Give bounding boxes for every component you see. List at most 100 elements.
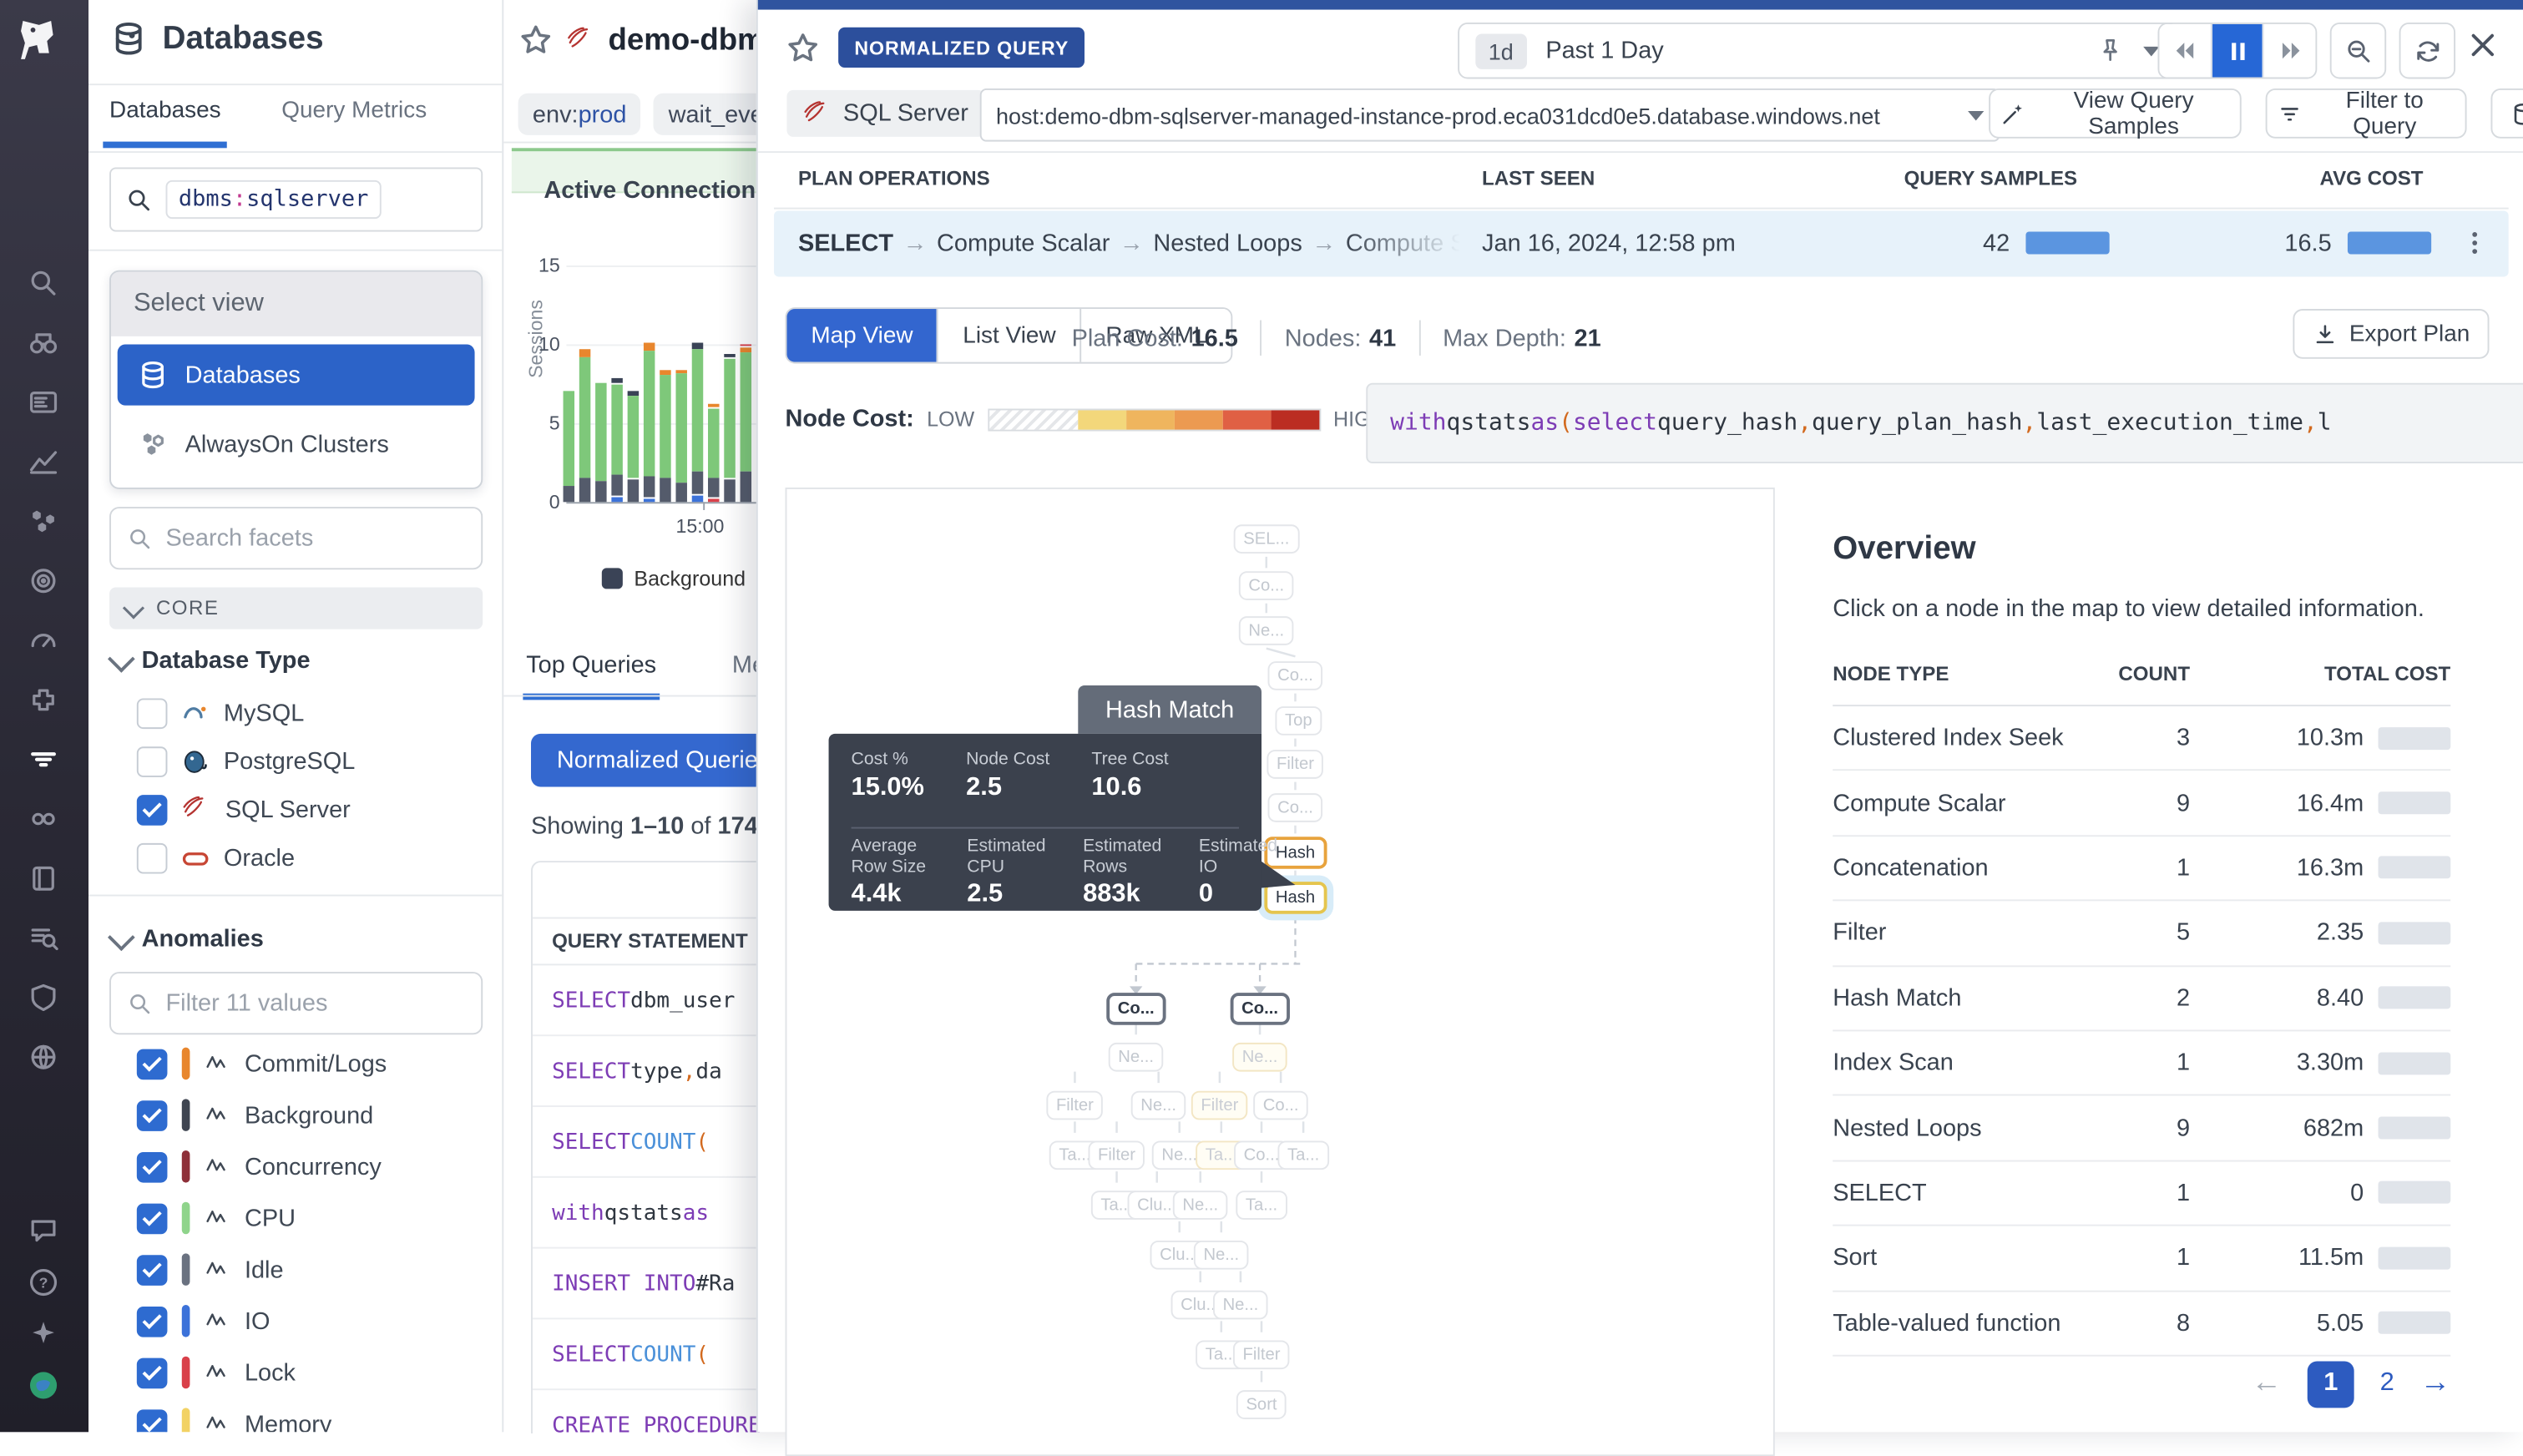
overview-row-concatenation[interactable]: Concatenation116.3m: [1833, 837, 2450, 902]
integrations-puzzle-icon[interactable]: [23, 679, 64, 720]
anomaly-option-idle[interactable]: Idle: [137, 1251, 284, 1287]
search-token-dbms-sqlserver[interactable]: dbms:sqlserver: [166, 180, 382, 219]
stacked-bar[interactable]: [708, 403, 719, 502]
overview-row-filter[interactable]: Filter52.35: [1833, 902, 2450, 967]
checkbox[interactable]: [137, 697, 168, 728]
plan-node-filter[interactable]: Filter: [1267, 750, 1323, 779]
plan-node-filter[interactable]: Filter: [1046, 1091, 1103, 1120]
column-header-query-samples[interactable]: QUERY SAMPLES: [1884, 167, 2077, 190]
network-globe-icon[interactable]: [23, 1036, 64, 1078]
zoom-out-button[interactable]: [2330, 23, 2386, 78]
overview-row-compute-scalar[interactable]: Compute Scalar916.4m: [1833, 771, 2450, 837]
refresh-button[interactable]: [2399, 23, 2455, 78]
view-item-alwayson-clusters[interactable]: AlwaysOn Clusters: [118, 413, 475, 474]
column-header-plan-operations[interactable]: PLAN OPERATIONS: [798, 167, 990, 190]
query-text-preview[interactable]: with qstats as ( select query_hash, quer…: [1366, 383, 2523, 463]
tab-top-queries[interactable]: Top Queries: [526, 652, 656, 680]
chart-legend[interactable]: Background: [602, 566, 746, 590]
core-section-toggle[interactable]: CORE: [109, 587, 483, 629]
checkbox[interactable]: [137, 1357, 168, 1388]
close-panel-button[interactable]: [2467, 29, 2500, 62]
column-header-avg-cost[interactable]: AVG COST: [2278, 167, 2423, 190]
checkbox[interactable]: [137, 794, 168, 825]
infrastructure-hexagons-icon[interactable]: [23, 500, 64, 542]
user-avatar-icon[interactable]: [23, 1364, 64, 1406]
overview-row-select[interactable]: SELECT10: [1833, 1161, 2450, 1226]
tab-query-metrics[interactable]: Query Metrics: [281, 99, 427, 124]
checkbox[interactable]: [137, 1306, 168, 1337]
anomaly-option-io[interactable]: IO: [137, 1303, 271, 1338]
plan-node-co[interactable]: Co...: [1268, 661, 1323, 690]
plan-node-ta[interactable]: Ta...: [1277, 1140, 1328, 1170]
checkbox[interactable]: [137, 1151, 168, 1182]
stacked-bar[interactable]: [564, 390, 574, 502]
column-header-count[interactable]: COUNT: [2029, 663, 2190, 685]
view-query-samples-button[interactable]: View Query Samples: [1989, 88, 2242, 139]
kebab-menu-icon[interactable]: [2460, 222, 2490, 264]
checkbox[interactable]: [137, 1049, 168, 1079]
overview-row-hash-match[interactable]: Hash Match28.40: [1833, 966, 2450, 1031]
overview-row-table-valued-function[interactable]: Table-valued function85.05: [1833, 1292, 2450, 1357]
ci-infinity-icon[interactable]: [23, 798, 64, 840]
tab-map-view[interactable]: Map View: [786, 309, 937, 362]
stacked-bar[interactable]: [660, 370, 670, 503]
checkbox[interactable]: [137, 1254, 168, 1285]
help-question-icon[interactable]: ?: [23, 1261, 64, 1303]
plan-node-ne[interactable]: Ne...: [1131, 1091, 1186, 1120]
favorite-star-icon[interactable]: [786, 31, 821, 66]
dashboard-list-icon[interactable]: [23, 382, 64, 423]
stacked-bar[interactable]: [628, 390, 639, 502]
plan-node-ne[interactable]: Ne...: [1213, 1291, 1268, 1320]
plan-node-ne[interactable]: Ne...: [1173, 1191, 1228, 1220]
checkbox[interactable]: [137, 1408, 168, 1432]
chat-bubble-icon[interactable]: [23, 1210, 64, 1251]
pagination-next-arrow[interactable]: →: [2420, 1366, 2451, 1401]
overview-row-sort[interactable]: Sort111.5m: [1833, 1226, 2450, 1292]
plan-node-ne[interactable]: Ne...: [1194, 1241, 1249, 1270]
sparkles-icon[interactable]: [23, 1313, 64, 1355]
overview-row-clustered-index-seek[interactable]: Clustered Index Seek310.3m: [1833, 705, 2450, 771]
stacked-bar[interactable]: [741, 343, 751, 502]
anomaly-option-background[interactable]: Background: [137, 1097, 373, 1132]
stacked-bar[interactable]: [644, 342, 655, 503]
facet-group-anomalies[interactable]: Anomalies: [109, 925, 264, 953]
plan-node-co[interactable]: Co...: [1239, 571, 1294, 600]
plan-node-top[interactable]: Top: [1275, 706, 1322, 736]
plan-node-co[interactable]: Co...: [1106, 993, 1165, 1025]
anomaly-option-lock[interactable]: Lock: [137, 1355, 296, 1390]
overview-row-index-scan[interactable]: Index Scan13.30m: [1833, 1031, 2450, 1096]
plan-node-ne[interactable]: Ne...: [1109, 1043, 1164, 1072]
plan-node-co[interactable]: Co...: [1231, 993, 1290, 1025]
stacked-bar[interactable]: [579, 349, 590, 502]
checkbox[interactable]: [137, 746, 168, 776]
metrics-chart-icon[interactable]: [23, 441, 64, 483]
anomaly-option-cpu[interactable]: CPU: [137, 1201, 296, 1236]
facet-search-input[interactable]: dbms:sqlserver: [109, 167, 483, 231]
facet-option-oracle[interactable]: Oracle: [137, 840, 295, 875]
anomaly-option-concurrency[interactable]: Concurrency: [137, 1149, 382, 1184]
pin-icon[interactable]: [2096, 37, 2124, 64]
security-shield-icon[interactable]: [23, 977, 64, 1019]
plan-map-canvas[interactable]: SEL...Co...Ne...Co...TopFilterCo...HashH…: [786, 488, 1775, 1456]
favorite-star-icon[interactable]: [518, 23, 554, 58]
column-header-total-cost[interactable]: TOTAL COST: [2290, 663, 2451, 685]
overview-row-nested-loops[interactable]: Nested Loops9682m: [1833, 1096, 2450, 1161]
database-monitoring-icon[interactable]: [23, 739, 64, 781]
binoculars-icon[interactable]: [23, 321, 64, 363]
anomalies-filter-input[interactable]: Filter 11 values: [109, 972, 483, 1034]
facet-group-database-type[interactable]: Database Type: [109, 647, 310, 675]
pagination-page-1[interactable]: 1: [2308, 1361, 2354, 1408]
tab-list-view[interactable]: List View: [937, 309, 1079, 362]
stacked-bar[interactable]: [724, 354, 735, 503]
search-icon[interactable]: [23, 262, 64, 304]
facet-option-mysql[interactable]: MySQL: [137, 695, 304, 731]
plan-node-ne[interactable]: Ne...: [1232, 1043, 1287, 1072]
plan-node-filter[interactable]: Filter: [1191, 1091, 1248, 1120]
facet-option-sql-server[interactable]: SQL Server: [137, 791, 351, 827]
gauge-icon[interactable]: [23, 619, 64, 661]
search-facets-input[interactable]: Search facets: [109, 507, 483, 569]
pagination-prev-arrow[interactable]: ←: [2251, 1366, 2282, 1401]
time-range-selector[interactable]: 1d Past 1 Day: [1458, 23, 2177, 78]
plan-node-co[interactable]: Co...: [1268, 793, 1323, 822]
tab-databases[interactable]: Databases: [109, 99, 221, 124]
